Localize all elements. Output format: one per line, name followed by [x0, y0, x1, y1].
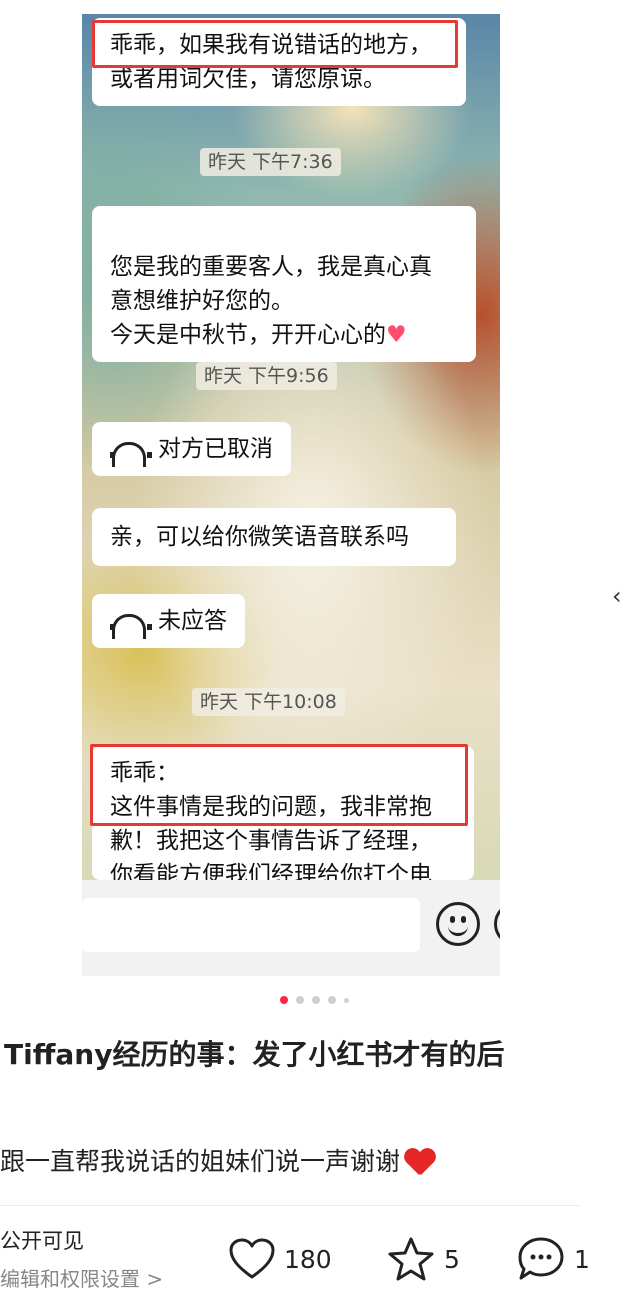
- chat-text-input[interactable]: [82, 898, 420, 952]
- call-status-text: 对方已取消: [158, 436, 273, 462]
- collect-button[interactable]: 5: [386, 1236, 460, 1282]
- phone-icon: [110, 440, 152, 467]
- post-image[interactable]: 乖乖，如果我有说错话的地方， 或者用词欠佳，请您原谅。 昨天 下午7:36 您是…: [82, 14, 500, 976]
- like-button[interactable]: 180: [228, 1236, 332, 1282]
- highlight-box-2: [90, 744, 468, 826]
- carousel-dot[interactable]: [295, 996, 304, 1004]
- carousel-dot[interactable]: [279, 996, 288, 1004]
- chat-timestamp-2: 昨天 下午9:56: [196, 362, 337, 390]
- call-unanswered-bubble[interactable]: 未应答: [92, 594, 245, 648]
- red-heart-icon: ♥: [386, 322, 407, 348]
- phone-icon: [110, 612, 152, 639]
- chat-input-bar: [82, 880, 500, 976]
- chevron-left-icon[interactable]: ‹: [612, 584, 628, 608]
- comment-icon: [518, 1237, 564, 1280]
- highlight-box-1: [92, 20, 458, 68]
- heart-icon: [229, 1238, 275, 1279]
- more-icon[interactable]: [494, 902, 500, 946]
- emoji-icon[interactable]: [436, 902, 480, 946]
- carousel-dot[interactable]: [311, 996, 320, 1004]
- comment-count: 1: [574, 1244, 590, 1274]
- post-body: 跟一直帮我说话的姐妹们说一声谢谢: [0, 1142, 628, 1182]
- visibility-label: 公开可见: [0, 1229, 84, 1253]
- carousel-dot[interactable]: [327, 996, 336, 1004]
- red-heart-emoji-icon: [404, 1147, 436, 1177]
- like-count: 180: [284, 1244, 332, 1274]
- star-icon: [388, 1237, 434, 1281]
- post-title: Tiffany经历的事：发了小红书才有的后: [4, 1038, 505, 1071]
- chat-timestamp-1: 昨天 下午7:36: [200, 148, 341, 176]
- carousel-indicator: [0, 996, 628, 1006]
- call-cancelled-bubble[interactable]: 对方已取消: [92, 422, 291, 476]
- chat-timestamp-3: 昨天 下午10:08: [192, 688, 345, 716]
- chat-message-2: 您是我的重要客人，我是真心真 意想维护好您的。 今天是中秋节，开开心心的♥: [92, 206, 476, 362]
- comment-button[interactable]: 1: [516, 1236, 590, 1282]
- edit-permissions-link[interactable]: 编辑和权限设置 >: [0, 1264, 163, 1294]
- call-status-text: 未应答: [158, 608, 227, 634]
- chat-message-3: 亲，可以给你微笑语音联系吗: [92, 508, 456, 566]
- collect-count: 5: [444, 1244, 460, 1274]
- divider: [0, 1205, 580, 1206]
- carousel-dot[interactable]: [343, 997, 349, 1003]
